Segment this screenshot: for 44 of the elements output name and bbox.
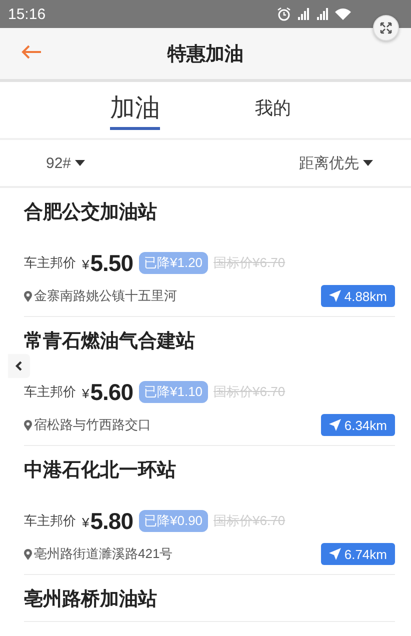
discount-badge: 已降¥1.10: [139, 381, 208, 403]
station-address: 宿松路与竹西路交口: [34, 416, 151, 434]
station-name: 合肥公交加油站: [24, 200, 158, 225]
price: 5.80: [90, 508, 133, 534]
distance-button[interactable]: 4.88km: [321, 285, 395, 307]
back-arrow-icon: [20, 44, 42, 60]
expand-icon: [380, 22, 392, 34]
price: 5.60: [90, 378, 133, 406]
station-address: 金寨南路姚公镇十五里河: [34, 287, 177, 305]
currency-sign: ¥: [82, 257, 90, 272]
location-pin-icon: [24, 420, 32, 430]
tab[interactable]: 我的: [255, 94, 291, 126]
distance-button[interactable]: 6.34km: [321, 414, 395, 436]
discount-badge: 已降¥1.20: [139, 252, 208, 274]
tab[interactable]: 加油: [110, 90, 160, 130]
page-title: 特惠加油: [168, 42, 244, 66]
price: 5.50: [90, 250, 133, 276]
price-label: 车主邦价: [24, 254, 76, 272]
price-label: 车主邦价: [24, 512, 76, 530]
station-name: 亳州路桥加油站: [24, 588, 158, 612]
caret-icon: [363, 160, 373, 166]
chevron-left-icon: [15, 361, 23, 371]
wifi-icon: [335, 8, 351, 20]
navigation-arrow-icon: [329, 548, 342, 560]
currency-sign: ¥: [82, 515, 90, 530]
currency-sign: ¥: [82, 386, 90, 401]
station-address: 亳州路街道濉溪路421号: [34, 545, 173, 563]
filter-dropdown[interactable]: 距离优先: [299, 154, 373, 172]
station-name: 中港石化北一环站: [24, 459, 177, 483]
distance-button[interactable]: 6.74km: [321, 543, 395, 565]
filter-dropdown[interactable]: 92#: [46, 154, 86, 172]
location-pin-icon: [24, 290, 32, 302]
discount-badge: 已降¥0.90: [139, 510, 208, 532]
status-time: 15:16: [8, 6, 46, 22]
location-pin-icon: [24, 548, 32, 560]
alarm-icon: [277, 7, 291, 21]
price-label: 车主邦价: [24, 383, 76, 401]
navigation-arrow-icon: [329, 419, 342, 431]
side-handle[interactable]: [8, 354, 30, 378]
caret-icon: [75, 160, 86, 166]
signal-icon: [297, 8, 310, 20]
station-name: 常青石燃油气合建站: [24, 330, 196, 354]
navigation-arrow-icon: [329, 290, 342, 302]
signal-icon: [316, 8, 329, 20]
